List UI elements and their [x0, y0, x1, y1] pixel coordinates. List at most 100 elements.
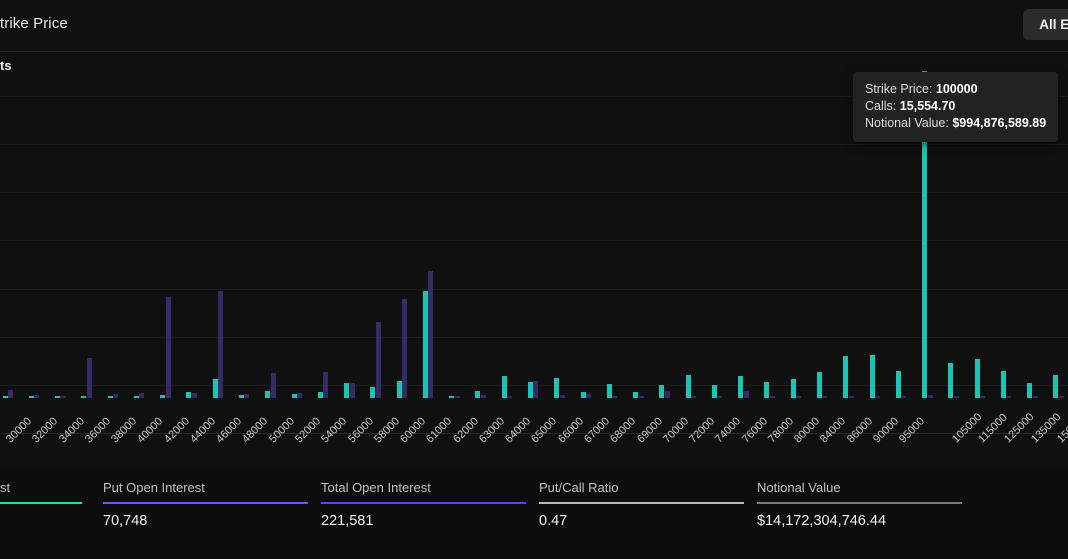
call-bar[interactable]	[764, 382, 769, 398]
call-bar[interactable]	[791, 379, 796, 398]
call-bar[interactable]	[134, 396, 139, 398]
put-bar[interactable]	[218, 291, 223, 398]
call-bar[interactable]	[292, 394, 297, 398]
call-bar[interactable]	[423, 291, 428, 398]
call-bar[interactable]	[817, 372, 822, 398]
legend-label: ts	[0, 58, 12, 73]
put-bar[interactable]	[139, 393, 144, 398]
put-bar[interactable]	[507, 396, 512, 398]
chart-tooltip: Strike Price: 100000 Calls: 15,554.70 No…	[853, 72, 1058, 142]
call-bar[interactable]	[843, 356, 848, 398]
open-interest-dashboard: trike Price All Expir ts 300003200034000…	[0, 0, 1068, 559]
call-bar[interactable]	[397, 381, 402, 398]
put-bar[interactable]	[928, 395, 933, 398]
call-bar[interactable]	[160, 395, 165, 398]
chart-header: trike Price All Expir	[0, 0, 1068, 52]
call-bar[interactable]	[318, 392, 323, 398]
tooltip-calls-row: Calls: 15,554.70	[865, 98, 1046, 115]
put-bar[interactable]	[455, 396, 460, 398]
call-bar[interactable]	[81, 396, 86, 398]
call-bar[interactable]	[1053, 375, 1058, 398]
put-bar[interactable]	[1033, 396, 1038, 398]
stat-card: Notional Value$14,172,304,746.44	[757, 480, 962, 529]
call-bar[interactable]	[213, 379, 218, 398]
put-bar[interactable]	[376, 322, 381, 398]
call-bar[interactable]	[502, 376, 507, 398]
put-bar[interactable]	[61, 396, 66, 398]
call-bar[interactable]	[370, 387, 375, 398]
stat-label: Put/Call Ratio	[539, 480, 744, 495]
call-bar[interactable]	[948, 363, 953, 398]
put-bar[interactable]	[875, 396, 880, 398]
call-bar[interactable]	[975, 359, 980, 398]
put-bar[interactable]	[113, 394, 118, 398]
call-bar[interactable]	[607, 384, 612, 398]
call-bar[interactable]	[633, 392, 638, 398]
summary-stats-bar: stPut Open Interest70,748Total Open Inte…	[0, 468, 1068, 559]
call-bar[interactable]	[449, 396, 454, 398]
call-bar[interactable]	[870, 355, 875, 398]
open-interest-chart[interactable]: 3000032000340003600038000400004200044000…	[0, 80, 1068, 468]
call-bar[interactable]	[239, 395, 244, 398]
call-bar[interactable]	[528, 382, 533, 398]
tooltip-notional-value: $994,876,589.89	[952, 116, 1046, 130]
call-bar[interactable]	[659, 385, 664, 398]
put-bar[interactable]	[612, 396, 617, 398]
put-bar[interactable]	[691, 396, 696, 398]
put-bar[interactable]	[744, 391, 749, 398]
call-bar[interactable]	[581, 392, 586, 398]
call-bar[interactable]	[55, 396, 60, 398]
put-bar[interactable]	[770, 396, 775, 398]
put-bar[interactable]	[980, 396, 985, 398]
call-bar[interactable]	[108, 396, 113, 398]
expirations-filter-button[interactable]: All Expir	[1023, 9, 1068, 40]
put-bar[interactable]	[822, 396, 827, 398]
put-bar[interactable]	[901, 396, 906, 398]
call-bar[interactable]	[344, 383, 349, 398]
stat-value: $14,172,304,746.44	[757, 513, 962, 529]
call-bar[interactable]	[896, 371, 901, 398]
call-bar[interactable]	[1027, 383, 1032, 398]
put-bar[interactable]	[665, 391, 670, 398]
page-title: trike Price	[0, 15, 68, 32]
put-bar[interactable]	[533, 381, 538, 398]
call-bar[interactable]	[1001, 371, 1006, 398]
call-bar[interactable]	[475, 391, 480, 398]
put-bar[interactable]	[8, 390, 13, 398]
call-bar[interactable]	[738, 376, 743, 398]
put-bar[interactable]	[428, 271, 433, 398]
put-bar[interactable]	[271, 373, 276, 398]
tooltip-notional-label: Notional Value:	[865, 116, 949, 130]
tooltip-strike-label: Strike Price:	[865, 82, 932, 96]
put-bar[interactable]	[1006, 396, 1011, 398]
call-bar[interactable]	[686, 375, 691, 398]
tooltip-calls-label: Calls:	[865, 99, 896, 113]
put-bar[interactable]	[244, 394, 249, 398]
stat-value: 0.47	[539, 513, 744, 529]
put-bar[interactable]	[796, 396, 801, 398]
put-bar[interactable]	[586, 394, 591, 398]
call-bar[interactable]	[554, 378, 559, 398]
put-bar[interactable]	[481, 395, 486, 398]
put-bar[interactable]	[639, 396, 644, 398]
put-bar[interactable]	[717, 396, 722, 398]
put-bar[interactable]	[323, 372, 328, 398]
put-bar[interactable]	[849, 396, 854, 398]
put-bar[interactable]	[87, 358, 92, 398]
put-bar[interactable]	[402, 299, 407, 398]
put-bar[interactable]	[560, 395, 565, 398]
put-bar[interactable]	[166, 297, 171, 398]
call-bar[interactable]	[3, 396, 8, 398]
call-bar[interactable]	[29, 396, 34, 398]
put-bar[interactable]	[954, 396, 959, 398]
put-bar[interactable]	[297, 393, 302, 398]
put-bar[interactable]	[350, 383, 355, 398]
call-bar[interactable]	[265, 391, 270, 398]
put-bar[interactable]	[1059, 396, 1064, 398]
call-bar[interactable]	[712, 385, 717, 398]
stat-underline	[757, 502, 962, 504]
call-bar[interactable]	[186, 392, 191, 398]
put-bar[interactable]	[34, 395, 39, 398]
stat-underline	[103, 502, 308, 504]
put-bar[interactable]	[192, 393, 197, 398]
